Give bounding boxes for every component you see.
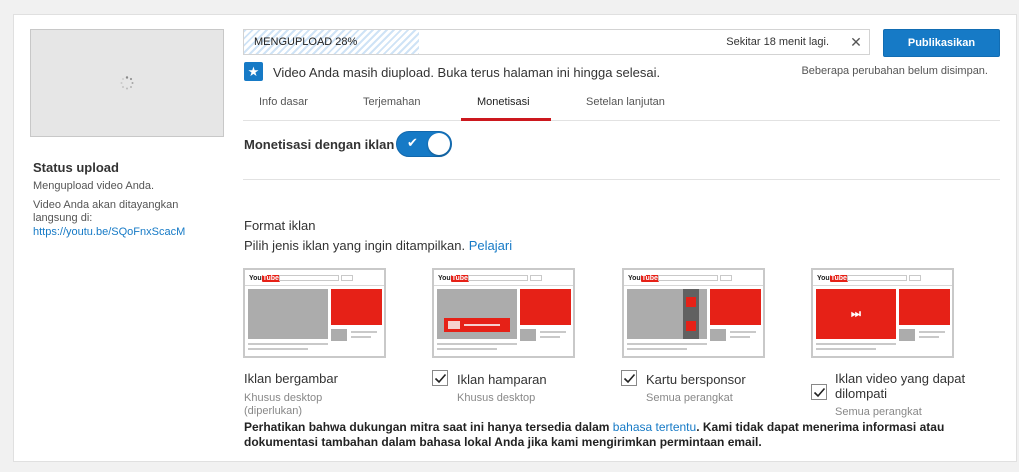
close-icon[interactable]: ✕	[846, 33, 866, 51]
ad-formats-title: Format iklan	[244, 218, 316, 233]
sponsored-card-checkbox[interactable]	[621, 370, 637, 386]
skippable-video-label: Iklan video yang dapat	[835, 371, 966, 386]
specific-languages-link[interactable]: bahasa tertentu	[613, 420, 696, 434]
video-thumbnail	[30, 29, 224, 137]
display-ad-illustration: YouTube	[243, 268, 386, 358]
toggle-knob	[428, 133, 450, 155]
overlay-ad-illustration: YouTube	[432, 268, 575, 358]
overlay-ad-checkbox[interactable]	[432, 370, 448, 386]
display-ad-label: Iklan bergambar	[244, 371, 338, 386]
tab-monetization[interactable]: Monetisasi	[477, 96, 530, 108]
upload-card: Status upload Mengupload video Anda. Vid…	[13, 14, 1017, 462]
tab-advanced-settings[interactable]: Setelan lanjutan	[586, 96, 665, 108]
skippable-video-checkbox[interactable]	[811, 384, 827, 400]
overlay-ad-highlight	[444, 318, 510, 332]
display-ad-required: (diperlukan)	[244, 405, 303, 417]
star-icon: ★	[244, 62, 263, 81]
checkmark-icon	[813, 387, 826, 398]
check-icon: ✔	[407, 135, 418, 150]
youtube-logo: YouTube	[438, 275, 469, 282]
overlay-ad-label: Iklan hamparan	[457, 372, 547, 387]
upload-progress-label: MENGUPLOAD 28%	[254, 36, 358, 48]
skippable-video-illustration: YouTube ⏭	[811, 268, 954, 358]
tab-bar: Info dasar Terjemahan Monetisasi Setelan…	[243, 85, 1000, 121]
skip-forward-icon: ⏭	[816, 289, 896, 339]
youtube-logo: YouTube	[628, 275, 659, 282]
publish-button[interactable]: Publikasikan	[883, 29, 1000, 57]
youtube-logo: YouTube	[817, 275, 848, 282]
monetization-toggle[interactable]: ✔	[396, 131, 452, 157]
sponsored-card-note: Semua perangkat	[646, 392, 733, 404]
youtube-logo: YouTube	[249, 275, 280, 282]
language-support-notice: Perhatikan bahwa dukungan mitra saat ini…	[244, 420, 1004, 450]
display-ad-highlight	[331, 289, 382, 325]
overlay-ad-note: Khusus desktop	[457, 392, 536, 404]
sponsored-card-label: Kartu bersponsor	[646, 372, 746, 387]
video-url-link[interactable]: https://youtu.be/SQoFnxScacM	[33, 226, 185, 238]
loading-spinner-icon	[120, 76, 134, 90]
section-divider	[243, 179, 1000, 180]
unsaved-changes-notice: Beberapa perubahan belum disimpan.	[801, 65, 988, 77]
ad-formats-subtitle-text: Pilih jenis iklan yang ingin ditampilkan…	[244, 238, 466, 253]
monetization-label: Monetisasi dengan iklan	[244, 137, 395, 152]
ad-formats-subtitle: Pilih jenis iklan yang ingin ditampilkan…	[244, 238, 512, 253]
tab-basic-info[interactable]: Info dasar	[259, 96, 308, 108]
checkmark-icon	[434, 373, 447, 384]
active-tab-indicator	[461, 118, 551, 121]
upload-status-title: Status upload	[33, 160, 119, 175]
upload-progress-bar: MENGUPLOAD 28% Sekitar 18 menit lagi. ✕	[243, 29, 870, 55]
upload-time-remaining: Sekitar 18 menit lagi.	[726, 36, 829, 48]
sponsored-card-illustration: YouTube	[622, 268, 765, 358]
checkmark-icon	[623, 373, 636, 384]
live-text-line-2: langsung di:	[33, 212, 93, 224]
display-ad-note: Khusus desktop	[244, 392, 323, 404]
skippable-video-label-line-2: dilompati	[835, 386, 888, 401]
upload-status-text: Mengupload video Anda.	[33, 180, 155, 192]
live-text-line-1: Video Anda akan ditayangkan	[33, 199, 179, 211]
tab-translations[interactable]: Terjemahan	[363, 96, 420, 108]
notice-text-1: Perhatikan bahwa dukungan mitra saat ini…	[244, 420, 610, 434]
learn-more-link[interactable]: Pelajari	[469, 238, 512, 253]
sponsored-card-highlight	[683, 289, 699, 339]
upload-message: Video Anda masih diupload. Buka terus ha…	[273, 65, 661, 80]
skippable-video-note: Semua perangkat	[835, 406, 922, 418]
